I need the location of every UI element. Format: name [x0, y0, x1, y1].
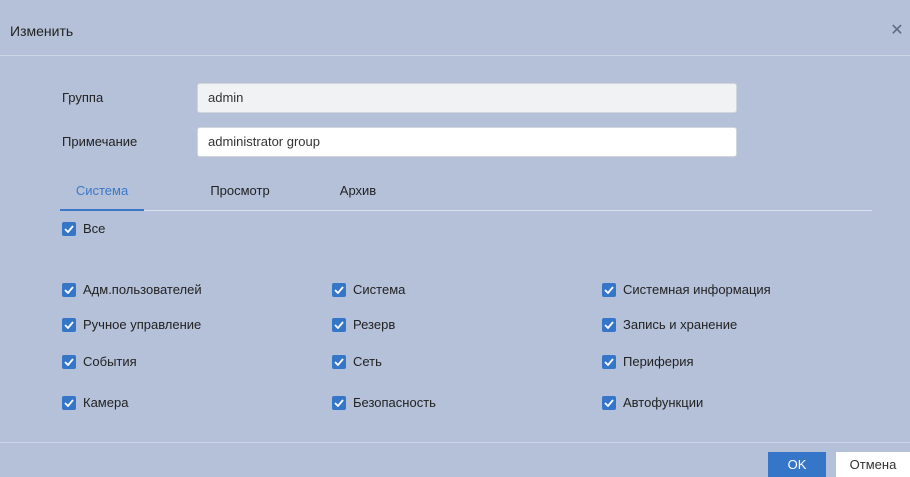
checkbox-network[interactable]: Сеть [332, 354, 382, 369]
dialog-title: Изменить [10, 23, 74, 39]
edit-dialog: Изменить ✕ Группа admin Примечание admin… [0, 0, 910, 477]
checkbox-label: Периферия [623, 354, 694, 369]
checkbox-checked-icon [602, 395, 616, 410]
checkbox-checked-icon [332, 395, 346, 410]
checkbox-label: Автофункции [623, 395, 704, 410]
dialog-titlebar: Изменить ✕ [0, 10, 910, 56]
checkbox-record-storage[interactable]: Запись и хранение [602, 317, 737, 332]
checkbox-label: Камера [83, 395, 129, 410]
tab-view[interactable]: Просмотр [200, 183, 280, 211]
checkbox-all[interactable]: Все [62, 221, 105, 236]
checkbox-checked-icon [62, 395, 76, 410]
checkbox-checked-icon [332, 354, 346, 369]
checkbox-label: Все [83, 221, 106, 236]
checkbox-label: Резерв [353, 317, 396, 332]
cancel-button[interactable]: Отмена [836, 452, 910, 477]
checkbox-checked-icon [332, 317, 346, 332]
checkbox-label: Адм.пользователей [83, 282, 202, 297]
close-icon[interactable]: ✕ [888, 22, 906, 40]
tab-system[interactable]: Система [60, 183, 144, 211]
checkbox-peripherals[interactable]: Периферия [602, 354, 694, 369]
checkbox-label: Запись и хранение [623, 317, 738, 332]
checkbox-events[interactable]: События [62, 354, 137, 369]
checkbox-checked-icon [602, 282, 616, 297]
checkbox-label: Ручное управление [83, 317, 202, 332]
tab-archive[interactable]: Архив [328, 183, 388, 211]
checkbox-label: События [83, 354, 137, 369]
checkbox-manual-control[interactable]: Ручное управление [62, 317, 201, 332]
checkbox-checked-icon [602, 354, 616, 369]
note-label: Примечание [62, 134, 138, 149]
checkbox-camera[interactable]: Камера [62, 395, 128, 410]
footer-divider [0, 442, 910, 443]
checkbox-system[interactable]: Система [332, 282, 405, 297]
checkbox-label: Система [353, 282, 406, 297]
checkbox-checked-icon [62, 354, 76, 369]
permission-tabs: Система Просмотр Архив [60, 176, 872, 211]
checkbox-auto-functions[interactable]: Автофункции [602, 395, 703, 410]
note-field[interactable]: administrator group [197, 127, 737, 157]
checkbox-checked-icon [62, 282, 76, 297]
checkbox-checked-icon [602, 317, 616, 332]
checkbox-system-info[interactable]: Системная информация [602, 282, 771, 297]
checkbox-label: Безопасность [353, 395, 436, 410]
checkbox-label: Сеть [353, 354, 382, 369]
group-label: Группа [62, 90, 104, 105]
group-field[interactable]: admin [197, 83, 737, 113]
ok-button[interactable]: OK [768, 452, 826, 477]
checkbox-security[interactable]: Безопасность [332, 395, 436, 410]
checkbox-user-admin[interactable]: Адм.пользователей [62, 282, 202, 297]
checkbox-backup[interactable]: Резерв [332, 317, 395, 332]
checkbox-checked-icon [62, 221, 76, 236]
checkbox-checked-icon [332, 282, 346, 297]
checkbox-checked-icon [62, 317, 76, 332]
checkbox-label: Системная информация [623, 282, 771, 297]
